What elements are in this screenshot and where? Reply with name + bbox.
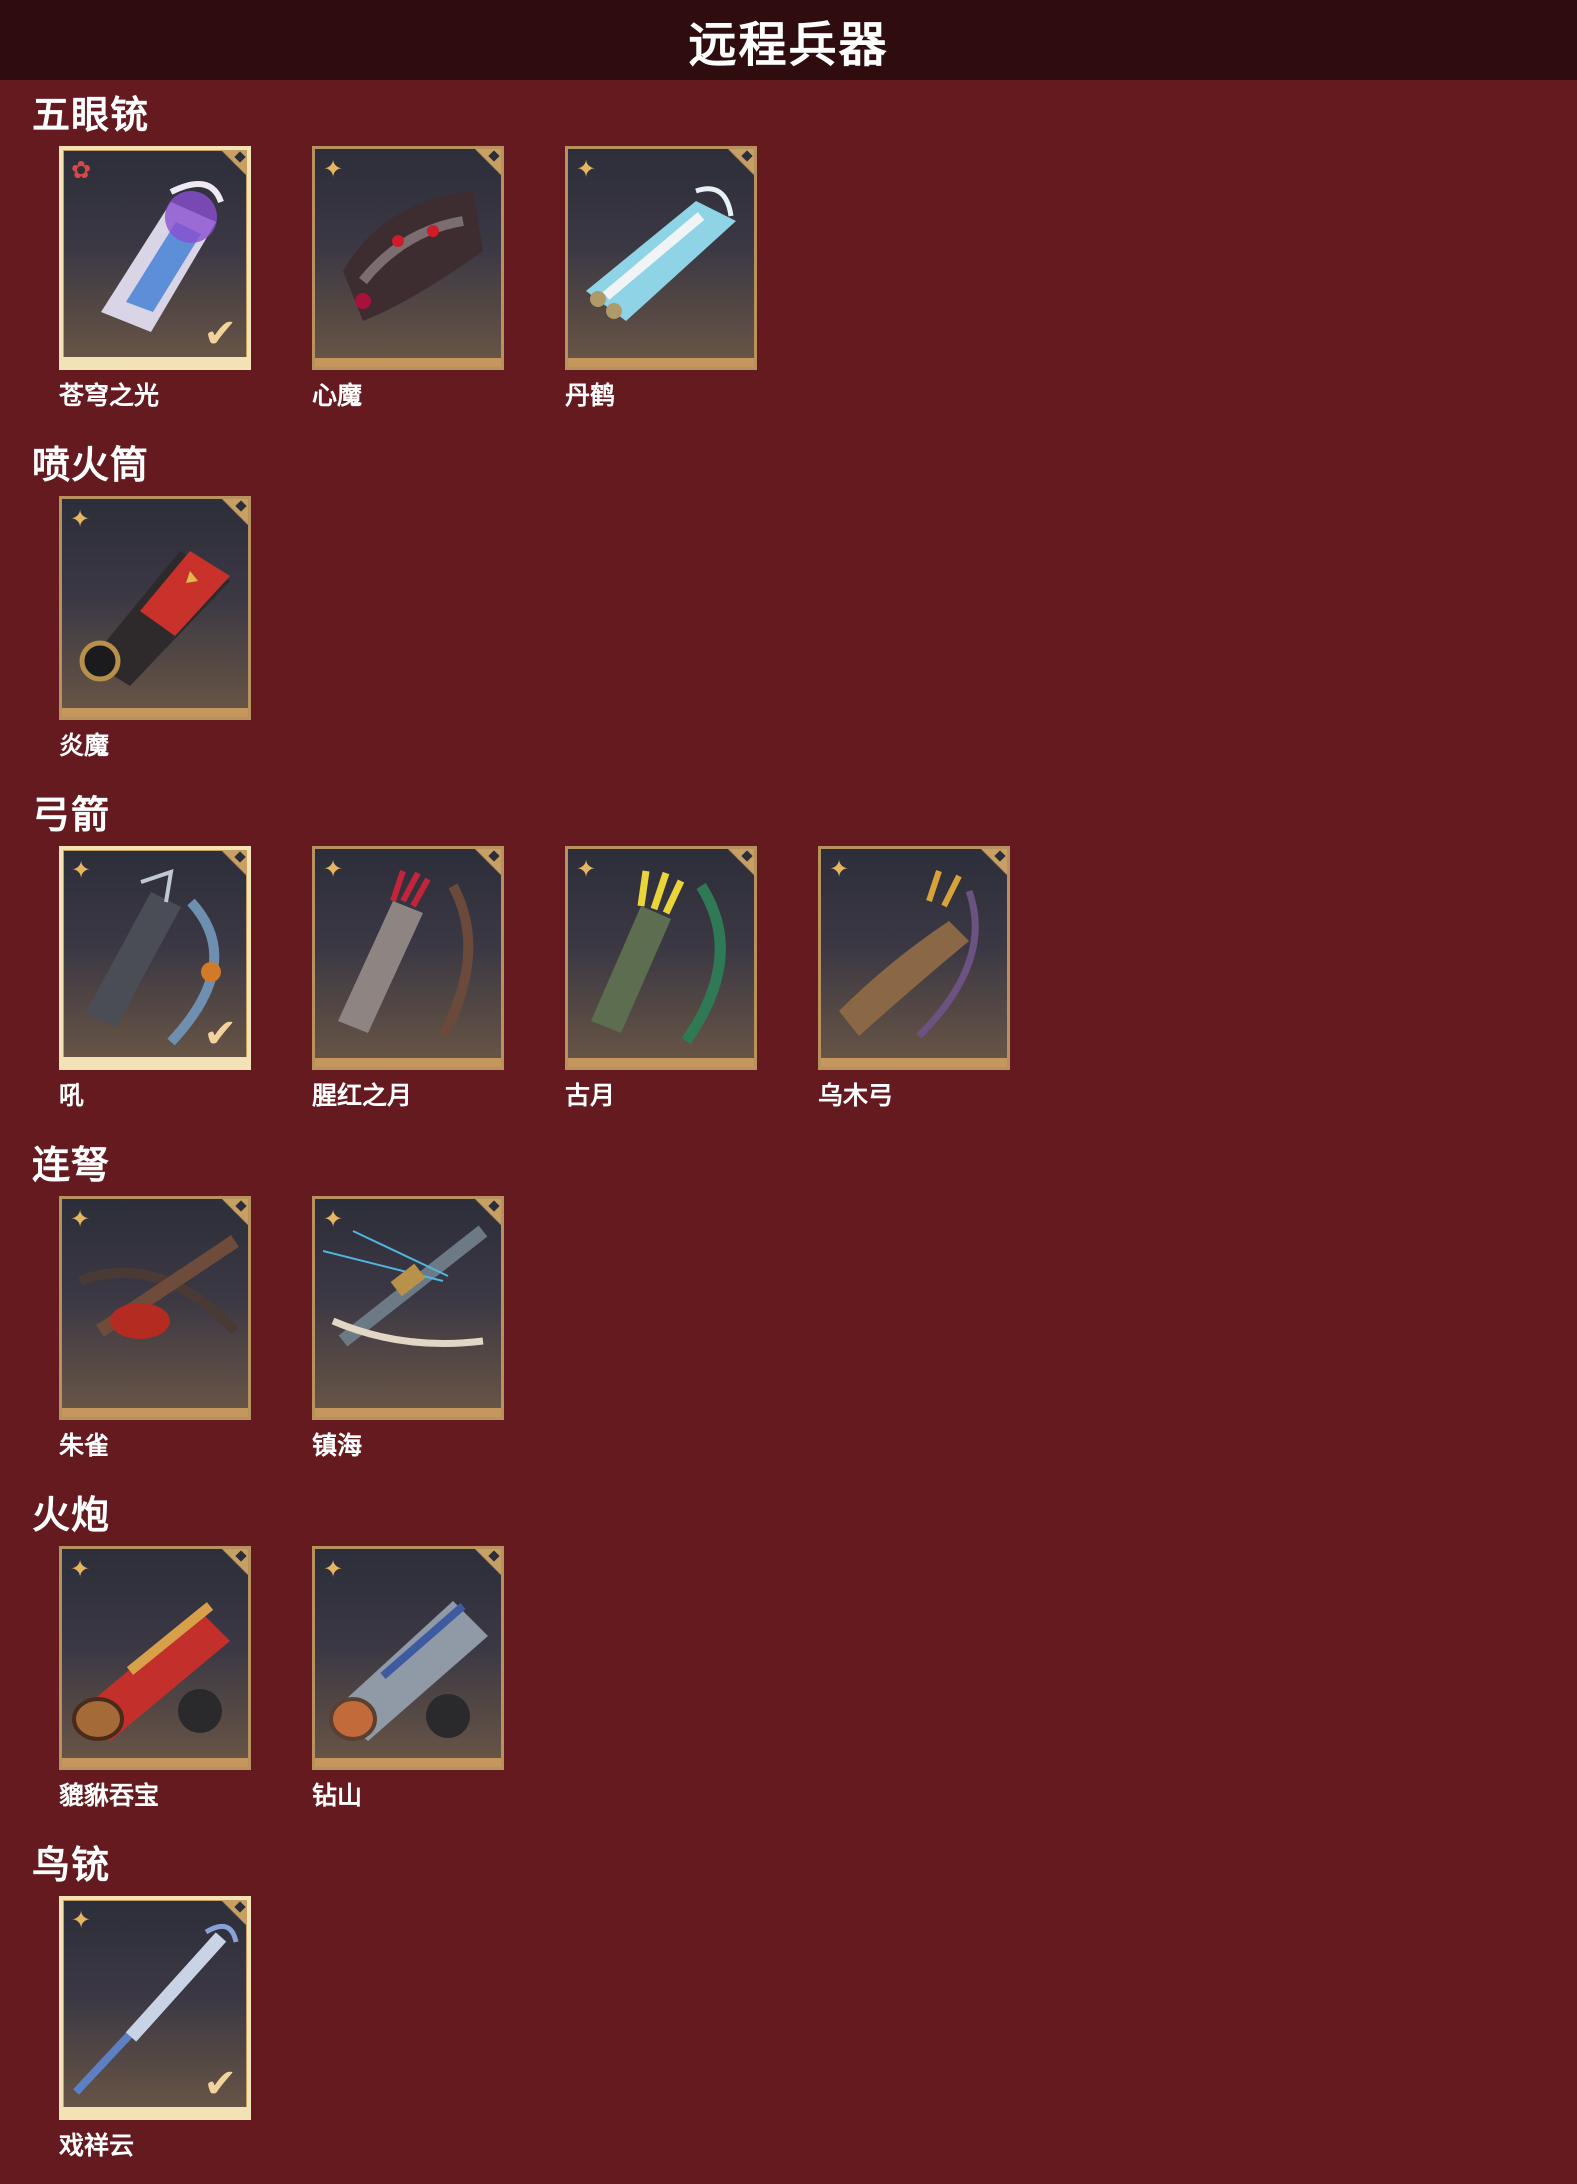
weapon-card[interactable]: ✦ ✔ (59, 846, 251, 1070)
weapon-name: 炎魔 (59, 731, 110, 760)
weapon-name: 腥红之月 (312, 1081, 413, 1110)
weapon-art-icon (343, 191, 483, 321)
category-title: 喷火筒 (32, 443, 150, 487)
check-icon: ✔ (203, 1011, 237, 1057)
weapon-art-icon (72, 1602, 230, 1741)
weapon-card[interactable]: ✦ (818, 846, 1010, 1070)
weapon-item[interactable]: ✦ 古月 (565, 846, 818, 1112)
weapon-item[interactable]: ✿ ✔ 苍穹之光 (59, 146, 312, 412)
weapon-name: 丹鹤 (565, 381, 616, 410)
weapon-name: 吼 (59, 1081, 85, 1110)
weapon-name: 心魔 (312, 381, 363, 410)
category-title: 鸟铳 (32, 1843, 111, 1887)
weapon-item[interactable]: ✦ 心魔 (312, 146, 565, 412)
check-icon: ✔ (203, 2061, 237, 2107)
weapon-art-icon (839, 870, 979, 1039)
weapon-item[interactable]: ✦ 炎魔 (59, 496, 312, 762)
weapon-card[interactable]: ✿ ✔ (59, 146, 251, 370)
category-bow: 弓箭 ✦ ✔ 吼 ✦ 腥红之月 ✦ 古月 ✦ 乌木弓 (32, 790, 1577, 1134)
weapon-art-icon (323, 1225, 488, 1347)
weapon-art-icon (78, 1235, 239, 1339)
weapon-item[interactable]: ✦ 镇海 (312, 1196, 565, 1462)
weapon-card[interactable]: ✦ ✔ (59, 1896, 251, 2120)
weapon-card[interactable]: ✦ (565, 146, 757, 370)
weapon-name: 钻山 (312, 1781, 363, 1810)
weapon-art-icon (329, 1601, 488, 1741)
weapon-name: 戏祥云 (59, 2131, 135, 2160)
category-title: 连弩 (32, 1143, 111, 1187)
weapon-card[interactable]: ✦ (312, 1196, 504, 1420)
category-cannon: 火炮 ✦ 貔貅吞宝 ✦ 钻山 (32, 1490, 1577, 1834)
weapon-name: 古月 (565, 1081, 616, 1110)
category-five-barrel-gun: 五眼铳 ✿ ✔ 苍穹之光 ✦ 心魔 ✦ 丹鹤 (32, 90, 1577, 434)
weapon-art-icon (79, 551, 230, 686)
weapon-name: 乌木弓 (818, 1081, 894, 1110)
weapon-name: 镇海 (312, 1431, 363, 1460)
weapon-card[interactable]: ✦ (59, 1196, 251, 1420)
page-title: 远程兵器 (688, 17, 889, 73)
category-title: 火炮 (32, 1493, 111, 1537)
weapon-card[interactable]: ✦ (565, 846, 757, 1070)
weapon-item[interactable]: ✦ 朱雀 (59, 1196, 312, 1462)
check-icon: ✔ (203, 311, 237, 357)
category-repeating-crossbow: 连弩 ✦ 朱雀 ✦ 镇海 (32, 1140, 1577, 1484)
weapon-name: 苍穹之光 (59, 381, 160, 410)
category-title: 弓箭 (32, 793, 111, 837)
weapon-item[interactable]: ✦ ✔ 吼 (59, 846, 312, 1112)
weapon-name: 朱雀 (59, 1431, 110, 1460)
weapon-card[interactable]: ✦ (59, 1546, 251, 1770)
weapon-art-icon (586, 186, 736, 321)
weapon-item[interactable]: ✦ 钻山 (312, 1546, 565, 1812)
weapon-item[interactable]: ✦ 丹鹤 (565, 146, 818, 412)
weapon-item[interactable]: ✦ 腥红之月 (312, 846, 565, 1112)
weapon-name: 貔貅吞宝 (59, 1781, 160, 1810)
weapon-art-icon (591, 870, 726, 1045)
weapon-item[interactable]: ✦ ✔ 戏祥云 (59, 1896, 312, 2162)
header-bar: 远程兵器 (0, 0, 1577, 80)
weapon-card[interactable]: ✦ (312, 1546, 504, 1770)
category-flamethrower: 喷火筒 ✦ 炎魔 (32, 440, 1577, 784)
category-musket: 鸟铳 ✦ ✔ 戏祥云 (32, 1840, 1577, 2184)
weapon-art-icon (338, 870, 474, 1039)
weapon-list: 五眼铳 ✿ ✔ 苍穹之光 ✦ 心魔 ✦ 丹鹤 喷火筒 ✦ 炎魔 弓箭 ✦ ✔ 吼… (0, 80, 1577, 2184)
weapon-item[interactable]: ✦ 乌木弓 (818, 846, 1071, 1112)
weapon-item[interactable]: ✦ 貔貅吞宝 (59, 1546, 312, 1812)
category-title: 五眼铳 (32, 93, 150, 137)
weapon-card[interactable]: ✦ (312, 846, 504, 1070)
weapon-card[interactable]: ✦ (59, 496, 251, 720)
weapon-card[interactable]: ✦ (312, 146, 504, 370)
